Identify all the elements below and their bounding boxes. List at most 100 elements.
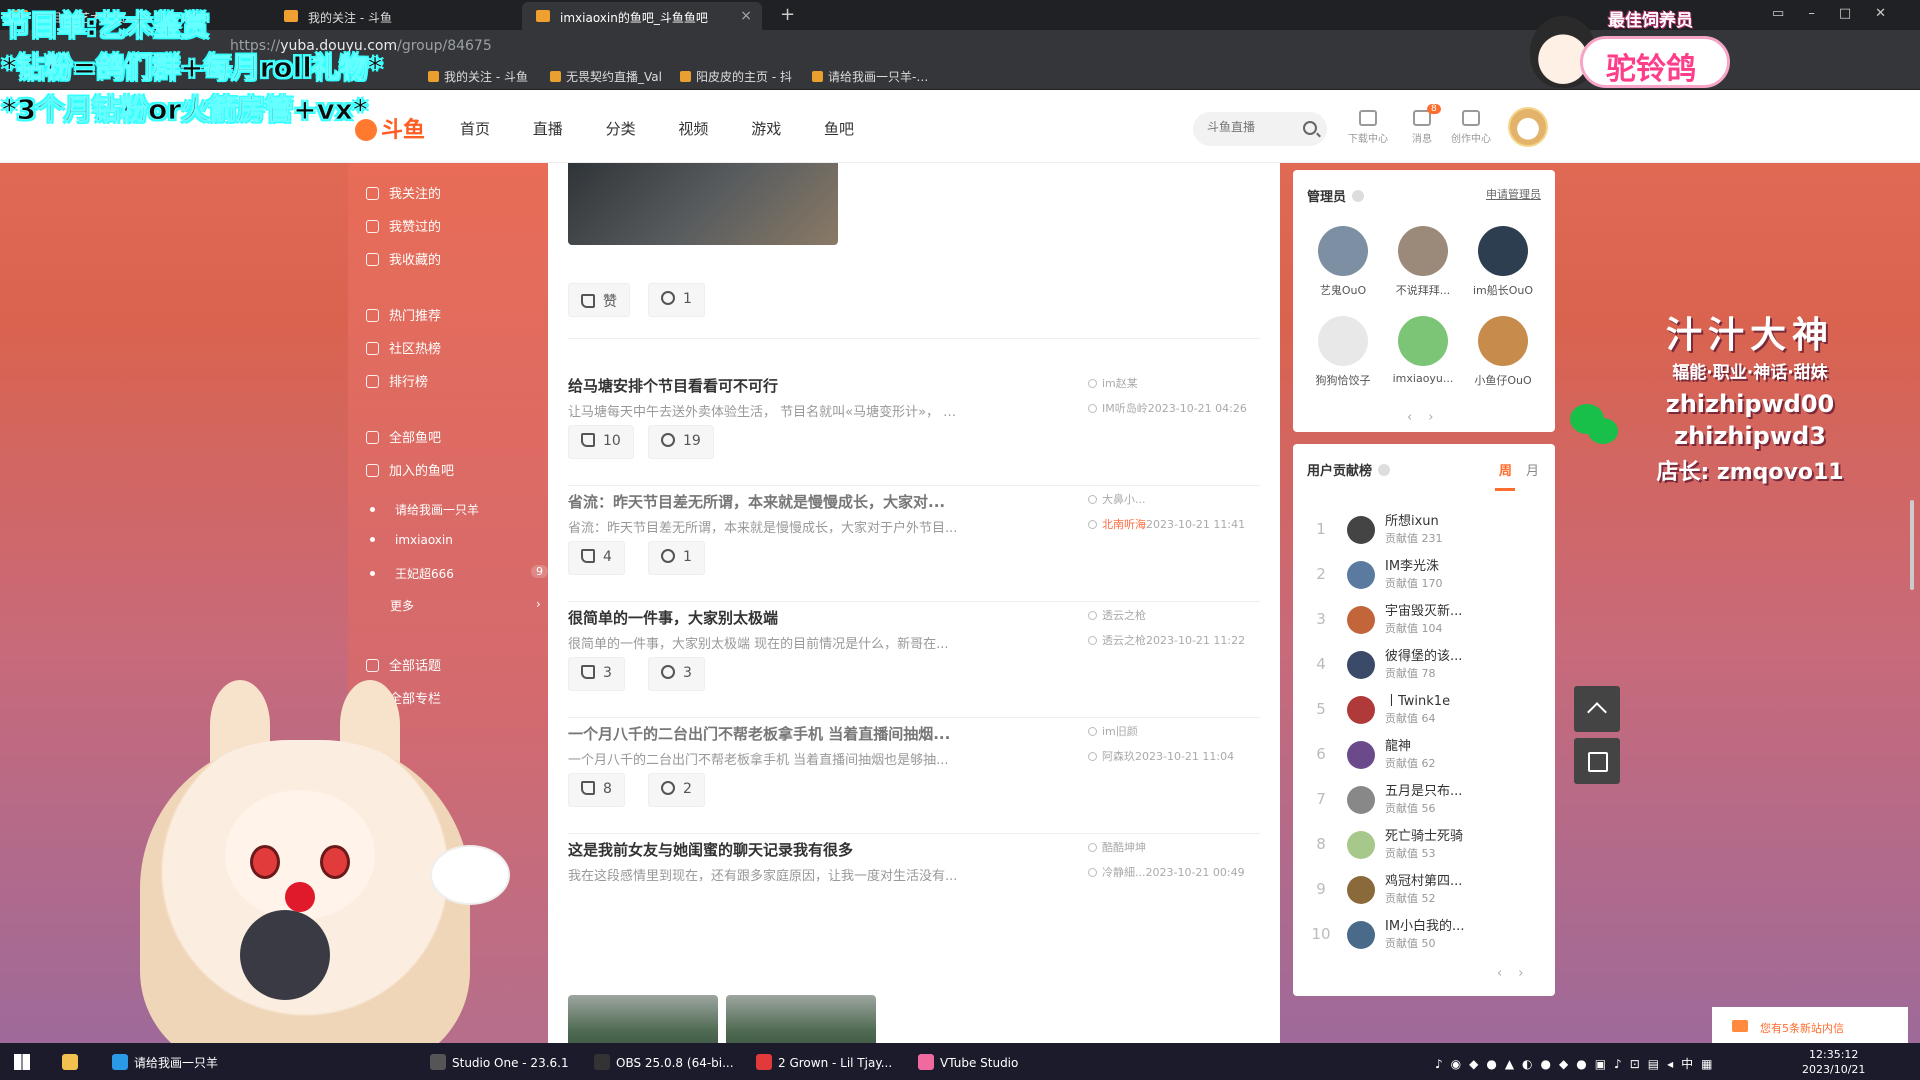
ranking-row[interactable]: 5 丨Twink1e 贡献值 64 <box>1307 690 1537 730</box>
nav-live[interactable]: 直播 <box>533 120 563 138</box>
file-explorer-icon[interactable] <box>62 1054 84 1070</box>
reply-user[interactable]: 透云之枪 <box>1102 634 1146 647</box>
search-input[interactable] <box>1207 120 1297 134</box>
bookmark[interactable]: 请给我画一只羊-… <box>812 68 928 85</box>
ranking-row[interactable]: 4 彼得堡的该... 贡献值 78 <box>1307 645 1537 685</box>
windows-start-icon[interactable] <box>14 1054 30 1070</box>
search-icon[interactable] <box>1303 121 1317 135</box>
taskbar-app[interactable]: 2 Grown - Lil Tjay... <box>756 1054 892 1070</box>
sidebar-item-joined-bars[interactable]: 加入的鱼吧 <box>366 460 454 479</box>
sidebar-more[interactable]: 更多 › <box>390 597 541 614</box>
sidebar-bar-item[interactable]: 请给我画一只羊 <box>366 501 479 518</box>
nav-home[interactable]: 首页 <box>460 120 490 138</box>
sidebar-bar-item[interactable]: imxiaoxin <box>366 533 453 547</box>
reply-user[interactable]: 北南听海 <box>1102 518 1146 531</box>
comment-button[interactable]: 1 <box>648 283 705 317</box>
search-box[interactable] <box>1193 112 1327 146</box>
ranking-row[interactable]: 10 IM小白我的... 贡献值 50 <box>1307 915 1537 955</box>
scrollbar[interactable] <box>1910 500 1914 590</box>
ranking-row[interactable]: 1 所想ixun 贡献值 231 <box>1307 510 1537 550</box>
bookmark[interactable]: 我的关注 - 斗鱼 <box>428 68 528 85</box>
manager-item[interactable]: 小鱼仔OuO <box>1467 316 1539 388</box>
bookmark[interactable]: 无畏契约直播_Val <box>550 68 662 85</box>
sidebar-item-hot[interactable]: 热门推荐 <box>366 305 441 324</box>
help-icon[interactable] <box>1352 190 1365 202</box>
browser-tab-active[interactable]: imxiaoxin的鱼吧_斗鱼鱼吧 × <box>522 2 762 30</box>
ranking-row[interactable]: 9 鸡冠村第四... 贡献值 52 <box>1307 870 1537 910</box>
post-title[interactable]: 这是我前女友与她闺蜜的聊天记录我有很多 <box>568 839 988 860</box>
taskbar-app[interactable]: OBS 25.0.8 (64-bi... <box>594 1054 734 1070</box>
like-button[interactable]: 4 <box>568 541 625 575</box>
browser-tab[interactable]: 我的关注 - 斗鱼 <box>270 2 510 30</box>
comment-button[interactable]: 19 <box>648 425 714 459</box>
taskbar-app[interactable]: Studio One - 23.6.1 <box>430 1054 569 1070</box>
nav-video[interactable]: 视频 <box>678 120 708 138</box>
post-author[interactable]: im旧颜 <box>1088 723 1138 739</box>
post-title[interactable]: 一个月八千的二台出门不帮老板拿手机 当着直播间抽烟... <box>568 723 988 744</box>
apply-manager-link[interactable]: 申请管理员 <box>1486 186 1541 202</box>
sidebar-item-favorites[interactable]: 我收藏的 <box>366 249 441 268</box>
manager-item[interactable]: imxiaoyu... <box>1387 316 1459 385</box>
post-image[interactable] <box>726 995 876 1043</box>
system-tray[interactable]: ♪◉◆●▲◐●◆●▣♪⊡▤◂中▦ <box>1435 1055 1720 1072</box>
post-title[interactable]: 很简单的一件事，大家别太极端 <box>568 607 988 628</box>
message-notice[interactable]: 您有5条新站内信 <box>1712 1007 1908 1047</box>
reply-user[interactable]: 阿森玖 <box>1102 750 1135 763</box>
window-controls[interactable]: ▭–□✕ <box>1772 6 1910 21</box>
back-to-top-button[interactable] <box>1574 686 1620 732</box>
help-icon[interactable] <box>1378 464 1391 476</box>
post-author[interactable]: 大鼻小... <box>1088 491 1146 507</box>
ranking-row[interactable]: 6 龍神 贡献值 62 <box>1307 735 1537 775</box>
nav-game[interactable]: 游戏 <box>751 120 781 138</box>
divider <box>568 717 1260 718</box>
new-tab-icon[interactable]: + <box>780 4 795 25</box>
managers-pager[interactable]: ‹› <box>1407 410 1449 425</box>
taskbar-clock[interactable]: 12:35:12 2023/10/21 <box>1802 1047 1865 1077</box>
like-button[interactable]: 3 <box>568 657 625 691</box>
creator-center[interactable]: 创作中心 <box>1446 110 1496 145</box>
ranking-row[interactable]: 7 五月是只布... 贡献值 56 <box>1307 780 1537 820</box>
reply-user[interactable]: 冷静細... <box>1102 866 1146 879</box>
download-center[interactable]: 下载中心 <box>1343 110 1393 145</box>
post-image[interactable] <box>568 163 838 245</box>
post-author[interactable]: im赵某 <box>1088 375 1138 391</box>
manager-item[interactable]: im船长OuO <box>1467 226 1539 298</box>
manager-item[interactable]: 艺鬼OuO <box>1307 226 1379 298</box>
manager-item[interactable]: 不说拜拜... <box>1387 226 1459 298</box>
post-author[interactable]: 酷酷坤坤 <box>1088 839 1146 855</box>
like-button[interactable]: 8 <box>568 773 625 807</box>
ranking-row[interactable]: 3 宇宙毁灭新... 贡献值 104 <box>1307 600 1537 640</box>
ranking-score: 贡献值 170 <box>1385 575 1443 591</box>
like-button[interactable]: 10 <box>568 425 634 459</box>
sidebar-item-following[interactable]: 我关注的 <box>366 183 441 202</box>
like-button[interactable]: 赞 <box>568 283 630 317</box>
ranking-pager[interactable]: ‹› <box>1497 966 1539 981</box>
ranking-row[interactable]: 8 死亡骑士死骑 贡献值 53 <box>1307 825 1537 865</box>
manager-item[interactable]: 狗狗恰饺子 <box>1307 316 1379 388</box>
sidebar-item-liked[interactable]: 我赞过的 <box>366 216 441 235</box>
bookmark[interactable]: 阳皮皮的主页 - 抖 <box>680 68 792 85</box>
comment-button[interactable]: 3 <box>648 657 705 691</box>
close-tab-icon[interactable]: × <box>740 8 752 24</box>
sidebar-item-hotlist[interactable]: 社区热榜 <box>366 338 441 357</box>
sidebar-item-all-bars[interactable]: 全部鱼吧 <box>366 427 441 446</box>
nav-yuba[interactable]: 鱼吧 <box>824 120 854 138</box>
post-author[interactable]: 透云之枪 <box>1088 607 1146 623</box>
tab-month[interactable]: 月 <box>1526 464 1539 479</box>
messages[interactable]: 8 消息 <box>1397 104 1447 145</box>
nav-category[interactable]: 分类 <box>606 120 636 138</box>
reply-user[interactable]: IM听岛岭 <box>1102 402 1148 415</box>
post-title[interactable]: 省流：昨天节目差无所谓，本来就是慢慢成长，大家对... <box>568 491 988 512</box>
post-title[interactable]: 给马塘安排个节目看看可不可行 <box>568 375 988 396</box>
ranking-row[interactable]: 2 IM李光洙 贡献值 170 <box>1307 555 1537 595</box>
taskbar-app[interactable]: 请给我画一只羊 <box>112 1054 218 1071</box>
sidebar-item-ranking[interactable]: 排行榜 <box>366 371 428 390</box>
comment-button[interactable]: 2 <box>648 773 705 807</box>
taskbar-app[interactable]: VTube Studio <box>918 1054 1018 1070</box>
tab-week[interactable]: 周 <box>1499 464 1512 479</box>
post-image[interactable] <box>568 995 718 1043</box>
user-avatar[interactable] <box>1508 107 1548 147</box>
comment-button[interactable]: 1 <box>648 541 705 575</box>
compose-button[interactable] <box>1574 738 1620 784</box>
sidebar-bar-item[interactable]: 王妃超666 9 <box>366 565 548 582</box>
